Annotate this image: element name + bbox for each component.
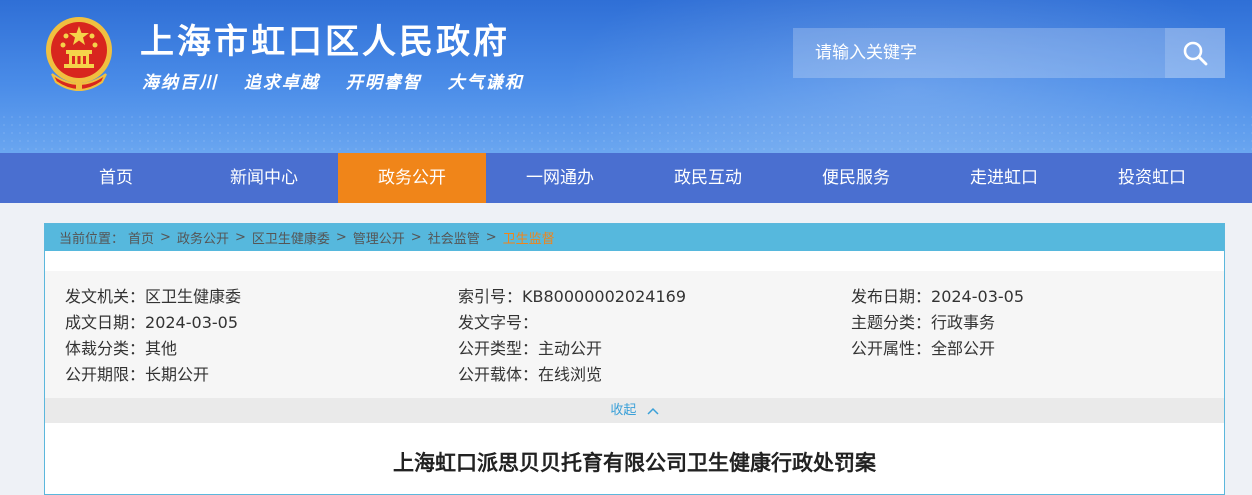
nav-item-interaction[interactable]: 政民互动 [634, 153, 782, 203]
meta-publish-date: 发布日期：2024-03-05 [851, 283, 1024, 307]
meta-genre-value: 其他 [145, 339, 178, 358]
document-title: 上海虹口派思贝贝托育有限公司卫生健康行政处罚案 [393, 450, 876, 475]
meta-period: 公开期限：长期公开 [65, 361, 209, 385]
meta-open-type: 公开类型：主动公开 [458, 335, 602, 359]
nav-item-home[interactable]: 首页 [42, 153, 190, 203]
search-icon [1183, 41, 1208, 66]
breadcrumb-separator: > [234, 230, 246, 245]
breadcrumb-item-home[interactable]: 首页 [128, 228, 154, 247]
nav-item-about[interactable]: 走进虹口 [930, 153, 1078, 203]
meta-publish-label: 发布日期： [851, 287, 932, 306]
breadcrumb-separator: > [485, 230, 497, 245]
meta-period-value: 长期公开 [145, 365, 210, 384]
nav-item-services[interactable]: 便民服务 [782, 153, 930, 203]
meta-period-label: 公开期限： [65, 365, 146, 384]
breadcrumb-separator: > [335, 230, 347, 245]
chevron-up-icon [647, 407, 659, 415]
breadcrumb-label: 当前位置： [59, 232, 125, 247]
meta-docno-label: 发文字号： [458, 313, 539, 332]
nav-item-one-stop[interactable]: 一网通办 [486, 153, 634, 203]
slogan-2: 追求卓越 [243, 73, 320, 93]
meta-opentype-label: 公开类型： [458, 339, 539, 358]
breadcrumb-item-management[interactable]: 管理公开 [353, 228, 405, 247]
meta-docno: 发文字号： [458, 309, 538, 333]
main-nav: 首页 新闻中心 政务公开 一网通办 政民互动 便民服务 走进虹口 投资虹口 [0, 153, 1252, 203]
meta-carrier: 公开载体：在线浏览 [458, 361, 602, 385]
breadcrumb-item-supervision[interactable]: 社会监管 [428, 228, 480, 247]
meta-publish-value: 2024-03-05 [931, 287, 1024, 306]
nav-item-news[interactable]: 新闻中心 [190, 153, 338, 203]
breadcrumb-separator: > [410, 230, 422, 245]
meta-openattr-value: 全部公开 [931, 339, 996, 358]
meta-topic-label: 主题分类： [851, 313, 932, 332]
document-metadata: 发文机关：区卫生健康委 索引号：KB80000002024169 发布日期：20… [45, 271, 1224, 398]
meta-open-attr: 公开属性：全部公开 [851, 335, 995, 359]
site-slogan: 海纳百川 追求卓越 开明睿智 大气谦和 [142, 68, 542, 94]
meta-openattr-label: 公开属性： [851, 339, 932, 358]
site-title: 上海市虹口区人民政府 [140, 22, 510, 62]
meta-created-label: 成文日期： [65, 313, 146, 332]
meta-created-date: 成文日期：2024-03-05 [65, 309, 238, 333]
site-header: 上海市虹口区人民政府 海纳百川 追求卓越 开明睿智 大气谦和 [0, 0, 1252, 153]
meta-topic: 主题分类：行政事务 [851, 309, 995, 333]
breadcrumb-separator: > [160, 230, 171, 245]
breadcrumb-item-health-commission[interactable]: 区卫生健康委 [252, 228, 330, 247]
collapse-label: 收起 [610, 403, 637, 418]
meta-index-label: 索引号： [458, 287, 523, 306]
meta-topic-value: 行政事务 [931, 313, 996, 332]
meta-issuer-value: 区卫生健康委 [145, 287, 242, 306]
collapse-toggle[interactable]: 收起 [45, 398, 1224, 423]
search-input[interactable] [793, 28, 1165, 78]
meta-created-value: 2024-03-05 [145, 313, 238, 332]
breadcrumb: 当前位置： 首页 > 政务公开 > 区卫生健康委 > 管理公开 > 社会监管 >… [45, 224, 1224, 251]
breadcrumb-item-health-inspection: 卫生监督 [502, 232, 555, 247]
meta-index: 索引号：KB80000002024169 [458, 283, 686, 307]
slogan-3: 开明睿智 [345, 73, 422, 93]
nav-item-invest[interactable]: 投资虹口 [1078, 153, 1226, 203]
search-button[interactable] [1165, 28, 1225, 78]
meta-index-value: KB80000002024169 [522, 287, 686, 306]
meta-opentype-value: 主动公开 [538, 339, 603, 358]
content-panel: 当前位置： 首页 > 政务公开 > 区卫生健康委 > 管理公开 > 社会监管 >… [44, 223, 1225, 495]
breadcrumb-item-gov-affairs[interactable]: 政务公开 [177, 228, 229, 247]
meta-genre-label: 体裁分类： [65, 339, 146, 358]
meta-issuer: 发文机关：区卫生健康委 [65, 283, 241, 307]
slogan-4: 大气谦和 [447, 73, 524, 93]
meta-carrier-label: 公开载体： [458, 365, 539, 384]
slogan-1: 海纳百川 [142, 73, 218, 93]
meta-carrier-value: 在线浏览 [538, 365, 603, 384]
nav-item-gov-affairs[interactable]: 政务公开 [338, 153, 486, 203]
meta-genre: 体裁分类：其他 [65, 335, 177, 359]
meta-issuer-label: 发文机关： [65, 287, 146, 306]
national-emblem-icon [46, 17, 112, 91]
header-pattern [0, 113, 1252, 153]
